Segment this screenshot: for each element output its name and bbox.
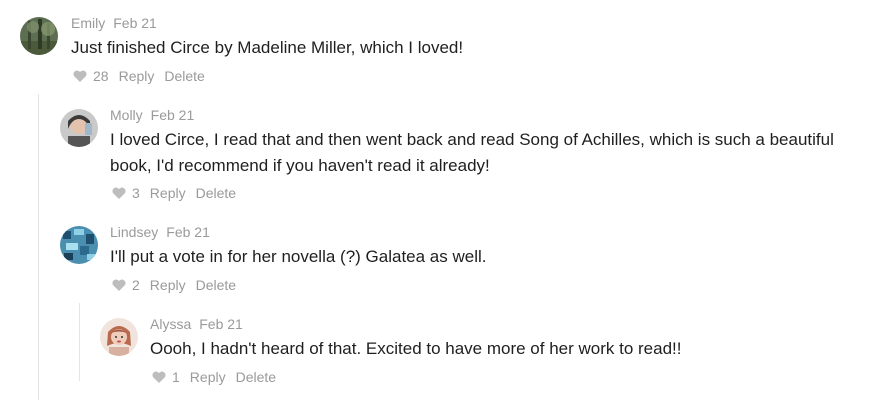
like-count: 3 [132,185,140,201]
avatar[interactable] [60,109,98,147]
avatar-person-image [60,109,98,147]
comment-actions: 3 Reply Delete [112,185,236,201]
comment-actions: 28 Reply Delete [73,68,205,84]
like-count: 1 [172,369,180,385]
comment-meta: Alyssa Feb 21 [150,316,243,332]
comment-meta: Molly Feb 21 [110,107,194,123]
avatar[interactable] [20,17,58,55]
avatar[interactable] [60,226,98,264]
comment-text: I'll put a vote in for her novella (?) G… [110,247,487,266]
avatar-forest-image [20,17,58,55]
comment-lindsey: Lindsey Feb 21 I'll put a vote in for her… [60,224,870,300]
like-count: 2 [132,277,140,293]
author-name[interactable]: Emily [71,15,105,31]
comment-date: Feb 21 [166,224,210,240]
reply-button[interactable]: Reply [190,369,226,385]
delete-button[interactable]: Delete [164,68,204,84]
heart-icon[interactable] [73,70,87,82]
delete-button[interactable]: Delete [196,277,236,293]
comment-date: Feb 21 [113,15,157,31]
comment-molly: Molly Feb 21 I loved Circe, I read that a… [60,107,870,207]
author-name[interactable]: Alyssa [150,316,191,332]
avatar-blue-pattern-image [60,226,98,264]
delete-button[interactable]: Delete [236,369,276,385]
comment-date: Feb 21 [199,316,243,332]
thread-line-level-1 [38,94,39,400]
reply-button[interactable]: Reply [119,68,155,84]
reply-button[interactable]: Reply [150,185,186,201]
comment-date: Feb 21 [150,107,195,123]
comment-meta: Lindsey Feb 21 [110,224,210,240]
reply-button[interactable]: Reply [150,277,186,293]
heart-icon[interactable] [112,187,126,199]
thread-line-level-2 [79,303,80,381]
comment-alyssa: Alyssa Feb 21 Oooh, I hadn't heard of tha… [100,316,860,392]
avatar[interactable] [100,318,138,356]
comment-text: Just finished Circe by Madeline Miller, … [71,38,464,57]
heart-icon[interactable] [152,371,166,383]
comment-meta: Emily Feb 21 [71,15,157,31]
like-count: 28 [93,68,109,84]
comment-actions: 1 Reply Delete [152,369,276,385]
avatar-person-image [100,318,138,356]
author-name[interactable]: Molly [110,107,143,123]
heart-icon[interactable] [112,279,126,291]
author-name[interactable]: Lindsey [110,224,158,240]
delete-button[interactable]: Delete [196,185,236,201]
comment-text: I loved Circe, I read that and then went… [110,130,834,175]
comment-emily: Emily Feb 21 Just finished Circe by Madel… [20,15,860,95]
comment-text: Oooh, I hadn't heard of that. Excited to… [150,339,682,358]
comment-actions: 2 Reply Delete [112,277,236,293]
